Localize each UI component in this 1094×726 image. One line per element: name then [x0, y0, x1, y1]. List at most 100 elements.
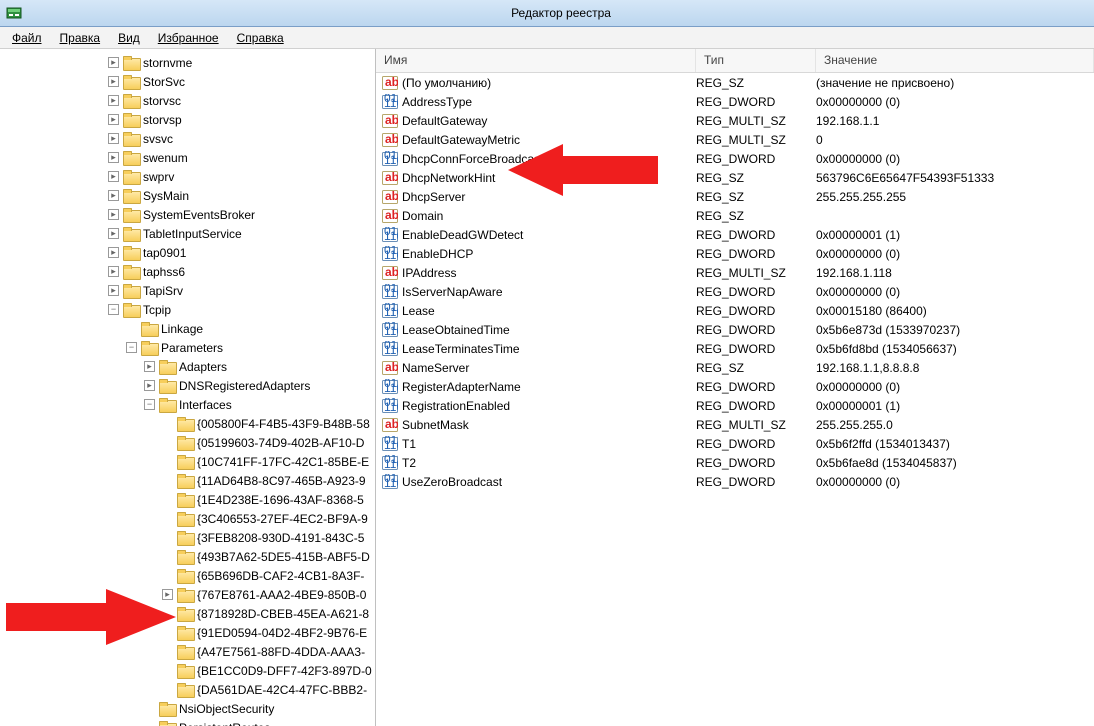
- menubar[interactable]: Файл Правка Вид Избранное Справка: [0, 27, 1094, 49]
- col-value[interactable]: Значение: [816, 49, 1094, 72]
- value-type: REG_MULTI_SZ: [696, 114, 816, 128]
- folder-icon: [123, 56, 139, 70]
- list-item[interactable]: 011110UseZeroBroadcastREG_DWORD0x0000000…: [376, 472, 1094, 491]
- col-name[interactable]: Имя: [376, 49, 696, 72]
- list-item[interactable]: 011110EnableDeadGWDetectREG_DWORD0x00000…: [376, 225, 1094, 244]
- expand-icon[interactable]: ▸: [108, 190, 119, 201]
- list-item[interactable]: abNameServerREG_SZ192.168.1.1,8.8.8.8: [376, 358, 1094, 377]
- list-item[interactable]: 011110LeaseTerminatesTimeREG_DWORD0x5b6f…: [376, 339, 1094, 358]
- tree-item[interactable]: {3FEB8208-930D-4191-843C-5: [0, 528, 375, 547]
- expand-icon[interactable]: ▸: [162, 589, 173, 600]
- expand-icon[interactable]: ▸: [144, 380, 155, 391]
- expand-icon[interactable]: ▸: [108, 228, 119, 239]
- list-item[interactable]: 011110T1REG_DWORD0x5b6f2ffd (1534013437): [376, 434, 1094, 453]
- tree-item[interactable]: {65B696DB-CAF2-4CB1-8A3F-: [0, 566, 375, 585]
- expand-icon[interactable]: ▸: [108, 285, 119, 296]
- menu-help[interactable]: Справка: [229, 29, 292, 47]
- tree-label: StorSvc: [143, 75, 185, 89]
- folder-icon: [123, 132, 139, 146]
- expand-icon[interactable]: ▸: [108, 95, 119, 106]
- menu-file[interactable]: Файл: [4, 29, 50, 47]
- list-item[interactable]: ab(По умолчанию)REG_SZ(значение не присв…: [376, 73, 1094, 92]
- tree-item[interactable]: −Tcpip: [0, 300, 375, 319]
- value-name: DefaultGatewayMetric: [402, 133, 520, 147]
- expand-icon[interactable]: ▸: [108, 171, 119, 182]
- tree-item[interactable]: ▸taphss6: [0, 262, 375, 281]
- svg-text:110: 110: [384, 438, 398, 452]
- list-item[interactable]: abDhcpNetworkHintREG_SZ563796C6E65647F54…: [376, 168, 1094, 187]
- tree-item[interactable]: {05199603-74D9-402B-AF10-D: [0, 433, 375, 452]
- tree-item[interactable]: {005800F4-F4B5-43F9-B48B-58: [0, 414, 375, 433]
- menu-favorites[interactable]: Избранное: [150, 29, 227, 47]
- list-item[interactable]: 011110IsServerNapAwareREG_DWORD0x0000000…: [376, 282, 1094, 301]
- tree-item[interactable]: {3C406553-27EF-4EC2-BF9A-9: [0, 509, 375, 528]
- expand-icon[interactable]: −: [108, 304, 119, 315]
- list-item[interactable]: 011110RegistrationEnabledREG_DWORD0x0000…: [376, 396, 1094, 415]
- value-name: DhcpConnForceBroadcastFlag: [402, 152, 567, 166]
- menu-edit[interactable]: Правка: [52, 29, 109, 47]
- tree-item[interactable]: ▸ StorSvc: [0, 72, 375, 91]
- expand-icon[interactable]: ▸: [108, 114, 119, 125]
- tree-item[interactable]: {10C741FF-17FC-42C1-85BE-E: [0, 452, 375, 471]
- tree-item[interactable]: ▸storvsp: [0, 110, 375, 129]
- tree-item[interactable]: {A47E7561-88FD-4DDA-AAA3-: [0, 642, 375, 661]
- folder-icon: [177, 455, 193, 469]
- tree-pane[interactable]: ▸stornvme▸StorSvc▸storvsc▸storvsp▸svsvc▸…: [0, 49, 376, 726]
- tree-item[interactable]: {493B7A62-5DE5-415B-ABF5-D: [0, 547, 375, 566]
- list-item[interactable]: 011110AddressTypeREG_DWORD0x00000000 (0): [376, 92, 1094, 111]
- tree-item[interactable]: Linkage: [0, 319, 375, 338]
- tree-item[interactable]: −Parameters: [0, 338, 375, 357]
- value-name: DhcpServer: [402, 190, 465, 204]
- tree-item[interactable]: {BE1CC0D9-DFF7-42F3-897D-0: [0, 661, 375, 680]
- tree-item[interactable]: ▸Adapters: [0, 357, 375, 376]
- list-item[interactable]: 011110EnableDHCPREG_DWORD0x00000000 (0): [376, 244, 1094, 263]
- tree-item[interactable]: ▸{767E8761-AAA2-4BE9-850B-0: [0, 585, 375, 604]
- expand-icon[interactable]: ▸: [144, 361, 155, 372]
- tree-item[interactable]: ▸DNSRegisteredAdapters: [0, 376, 375, 395]
- expand-icon[interactable]: ▸: [108, 133, 119, 144]
- list-item[interactable]: 011110DhcpConnForceBroadcastFlagREG_DWOR…: [376, 149, 1094, 168]
- tree-item[interactable]: ▸TapiSrv: [0, 281, 375, 300]
- folder-icon: [177, 569, 193, 583]
- tree-item[interactable]: ▸SysMain: [0, 186, 375, 205]
- list-item[interactable]: abDomainREG_SZ: [376, 206, 1094, 225]
- list-item[interactable]: abDefaultGatewayMetricREG_MULTI_SZ0: [376, 130, 1094, 149]
- list-item[interactable]: 011110RegisterAdapterNameREG_DWORD0x0000…: [376, 377, 1094, 396]
- tree-item[interactable]: −Interfaces: [0, 395, 375, 414]
- expand-icon[interactable]: −: [126, 342, 137, 353]
- tree-item[interactable]: {DA561DAE-42C4-47FC-BBB2-: [0, 680, 375, 699]
- tree-item[interactable]: ▸storvsc: [0, 91, 375, 110]
- list-header[interactable]: Имя Тип Значение: [376, 49, 1094, 73]
- tree-item[interactable]: ▸svsvc: [0, 129, 375, 148]
- menu-view[interactable]: Вид: [110, 29, 148, 47]
- list-item[interactable]: 011110LeaseREG_DWORD0x00015180 (86400): [376, 301, 1094, 320]
- tree-item[interactable]: {1E4D238E-1696-43AF-8368-5: [0, 490, 375, 509]
- tree-item[interactable]: ▸swprv: [0, 167, 375, 186]
- tree-item[interactable]: ▸stornvme: [0, 53, 375, 72]
- expand-icon[interactable]: ▸: [108, 247, 119, 258]
- list-body[interactable]: ab(По умолчанию)REG_SZ(значение не присв…: [376, 73, 1094, 726]
- tree-item[interactable]: PersistentRoutes: [0, 718, 375, 726]
- expand-icon[interactable]: ▸: [108, 266, 119, 277]
- expand-icon[interactable]: ▸: [108, 152, 119, 163]
- tree-item[interactable]: {11AD64B8-8C97-465B-A923-9: [0, 471, 375, 490]
- list-item[interactable]: abSubnetMaskREG_MULTI_SZ255.255.255.0: [376, 415, 1094, 434]
- list-item[interactable]: abIPAddressREG_MULTI_SZ192.168.1.118: [376, 263, 1094, 282]
- expand-icon[interactable]: −: [144, 399, 155, 410]
- list-item[interactable]: abDefaultGatewayREG_MULTI_SZ192.168.1.1: [376, 111, 1094, 130]
- tree-item[interactable]: ▸tap0901: [0, 243, 375, 262]
- tree-item[interactable]: ▸TabletInputService: [0, 224, 375, 243]
- expand-icon[interactable]: ▸: [108, 209, 119, 220]
- expand-icon[interactable]: ▸: [108, 76, 119, 87]
- tree-item[interactable]: {91ED0594-04D2-4BF2-9B76-E: [0, 623, 375, 642]
- tree-item[interactable]: ▸swenum: [0, 148, 375, 167]
- col-type[interactable]: Тип: [696, 49, 816, 72]
- tree-item[interactable]: NsiObjectSecurity: [0, 699, 375, 718]
- tree-item[interactable]: {8718928D-CBEB-45EA-A621-8: [0, 604, 375, 623]
- tree-item[interactable]: ▸SystemEventsBroker: [0, 205, 375, 224]
- list-item[interactable]: 011110T2REG_DWORD0x5b6fae8d (1534045837): [376, 453, 1094, 472]
- list-item[interactable]: abDhcpServerREG_SZ255.255.255.255: [376, 187, 1094, 206]
- expand-icon[interactable]: ▸: [108, 57, 119, 68]
- list-item[interactable]: 011110LeaseObtainedTimeREG_DWORD0x5b6e87…: [376, 320, 1094, 339]
- app-icon: [6, 5, 22, 21]
